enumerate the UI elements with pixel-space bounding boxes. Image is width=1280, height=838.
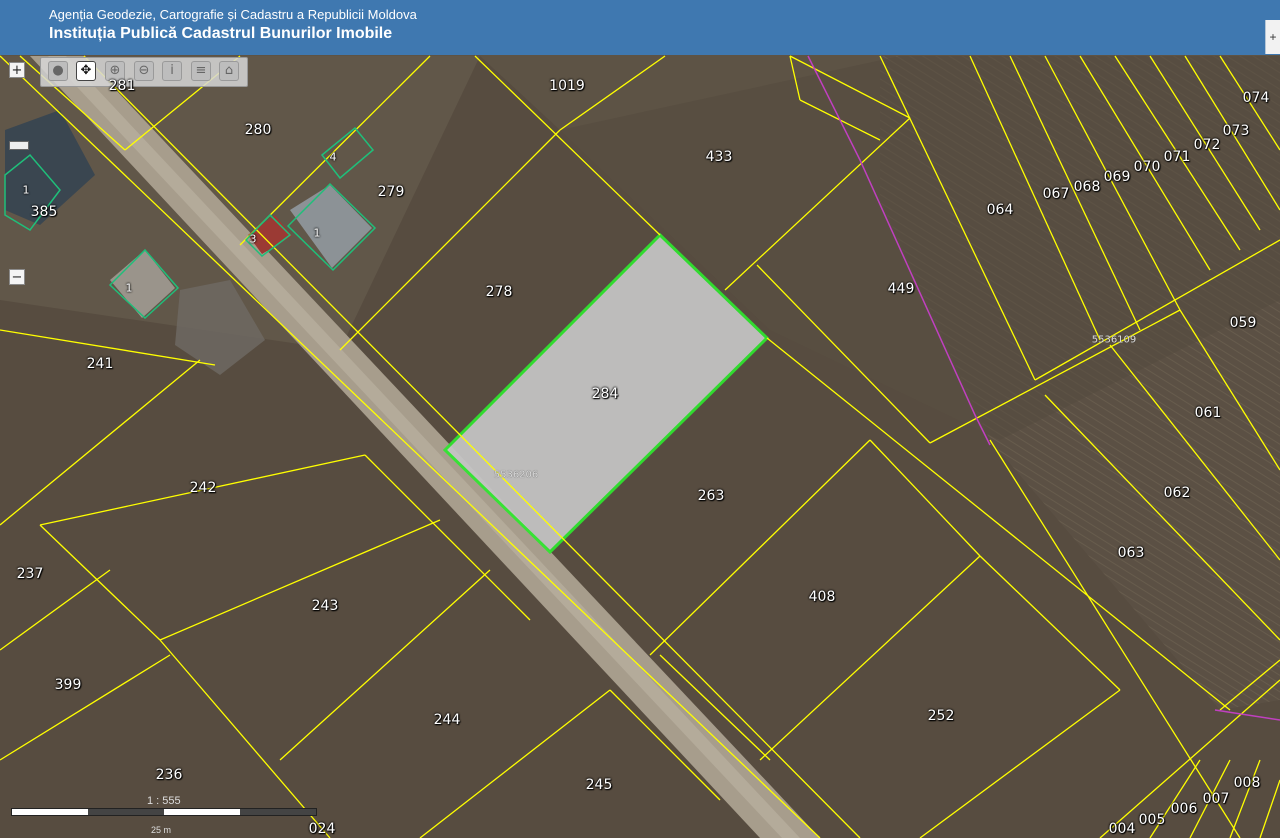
- info-icon[interactable]: i: [162, 61, 182, 81]
- parcel-label: 385: [30, 204, 58, 220]
- parcel-label: 408: [808, 589, 836, 605]
- corner-expand-button[interactable]: +: [1265, 20, 1280, 54]
- parcel-label: 024: [308, 821, 336, 837]
- zoom-out-button[interactable]: −: [9, 269, 25, 285]
- parcel-label: 241: [86, 356, 114, 372]
- parcel-label: 062: [1163, 485, 1191, 501]
- parcel-label: 278: [485, 284, 513, 300]
- parcel-label: 263: [697, 488, 725, 504]
- zoom-level-indicator[interactable]: [9, 141, 29, 150]
- parcel-label: 071: [1163, 149, 1191, 165]
- parcel-label: 063: [1117, 545, 1145, 561]
- institution-name: Instituția Publică Cadastrul Bunurilor I…: [49, 25, 393, 42]
- parcel-label: 433: [705, 149, 733, 165]
- map-canvas: [0, 55, 1280, 838]
- building-number: 4: [329, 150, 337, 164]
- agency-name: Agenția Geodezie, Cartografie și Cadastr…: [49, 7, 417, 22]
- parcel-label: 074: [1242, 90, 1270, 106]
- parcel-label: 006: [1170, 801, 1198, 817]
- pan-icon[interactable]: ✥: [76, 61, 96, 81]
- parcel-label: 004: [1108, 821, 1136, 837]
- sector-label: 5536206: [493, 469, 539, 481]
- parcel-label: 244: [433, 712, 461, 728]
- parcel-label: 067: [1042, 186, 1070, 202]
- scale-bar: [11, 808, 317, 816]
- building-number: 1: [22, 183, 30, 197]
- parcel-label: 1019: [549, 78, 585, 94]
- parcel-label: 252: [927, 708, 955, 724]
- parcel-label: 072: [1193, 137, 1221, 153]
- building-number: 1: [313, 226, 321, 240]
- globe-icon[interactable]: ●: [48, 61, 68, 81]
- parcel-label: 449: [887, 281, 915, 297]
- parcel-label: 281: [108, 78, 136, 94]
- parcel-label: 236: [155, 767, 183, 783]
- parcel-label: 237: [16, 566, 44, 582]
- building-icon[interactable]: ⌂: [219, 61, 239, 81]
- parcel-label: 243: [311, 598, 339, 614]
- parcel-label: 245: [585, 777, 613, 793]
- parcel-label: 073: [1222, 123, 1250, 139]
- building-number: 3: [249, 232, 257, 246]
- app-header: Agenția Geodezie, Cartografie și Cadastr…: [0, 0, 1280, 55]
- parcel-label: 007: [1202, 791, 1230, 807]
- parcel-label: 280: [244, 122, 272, 138]
- scale-distance: 25 m: [151, 825, 172, 835]
- parcel-label: 008: [1233, 775, 1261, 791]
- map-toolbar: ● ✥ ⊕ ⊖ i ≡ ⌂: [40, 57, 248, 87]
- scale-ratio: 1 : 555: [147, 795, 181, 807]
- zoom-in-button[interactable]: +: [9, 62, 25, 78]
- parcel-label: 059: [1229, 315, 1257, 331]
- parcel-label: 069: [1103, 169, 1131, 185]
- parcel-label: 399: [54, 677, 82, 693]
- parcel-label: 242: [189, 480, 217, 496]
- parcel-label: 279: [377, 184, 405, 200]
- parcel-label: 070: [1133, 159, 1161, 175]
- sector-label: 5536109: [1091, 334, 1137, 346]
- zoom-out-icon[interactable]: ⊖: [134, 61, 154, 81]
- building-number: 1: [125, 281, 133, 295]
- parcel-label-selected: 284: [591, 386, 619, 402]
- parcel-label: 005: [1138, 812, 1166, 828]
- layers-icon[interactable]: ≡: [191, 61, 211, 81]
- parcel-label: 061: [1194, 405, 1222, 421]
- parcel-label: 068: [1073, 179, 1101, 195]
- map-view[interactable]: + −: [0, 55, 1280, 838]
- parcel-label: 064: [986, 202, 1014, 218]
